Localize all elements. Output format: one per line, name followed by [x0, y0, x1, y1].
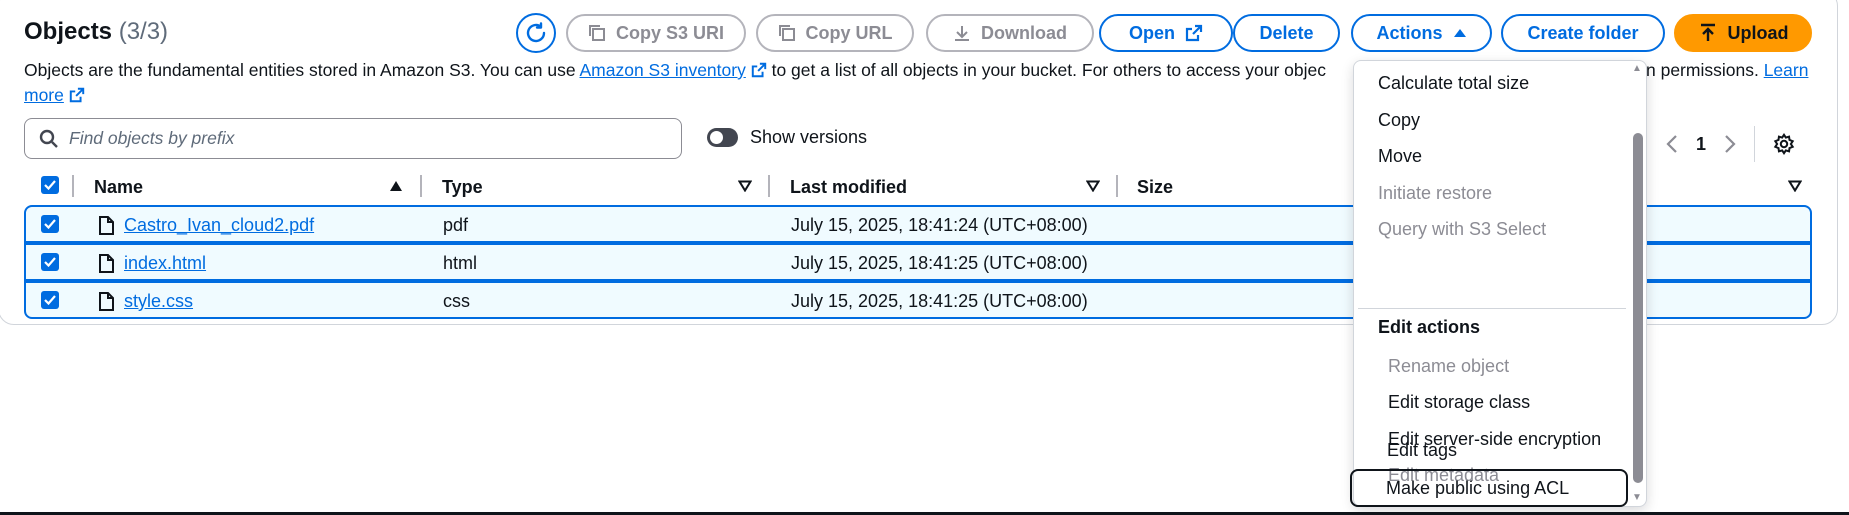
learn-more-link-2[interactable]: more [24, 85, 64, 105]
chevron-left-icon[interactable] [1666, 134, 1678, 154]
download-button[interactable]: Download [926, 14, 1094, 52]
menu-item-copy[interactable]: Copy [1378, 110, 1420, 131]
delete-button[interactable]: Delete [1233, 14, 1340, 52]
file-icon [99, 292, 114, 311]
object-last-modified: July 15, 2025, 18:41:25 (UTC+08:00) [791, 253, 1088, 273]
menu-item-initiate-restore[interactable]: Initiate restore [1378, 183, 1492, 204]
learn-more-link[interactable]: Learn [1764, 60, 1809, 80]
open-button[interactable]: Open [1099, 14, 1233, 52]
pagination: 1 [1666, 126, 1795, 162]
row-checkbox[interactable] [41, 215, 59, 233]
object-type: html [443, 253, 478, 273]
object-count: (3/3) [118, 18, 169, 45]
menu-item-calculate-total-size[interactable]: Calculate total size [1378, 73, 1529, 94]
search-box [24, 118, 682, 159]
refresh-button[interactable] [516, 13, 556, 53]
copy-url-label: Copy URL [805, 22, 893, 43]
object-name-link[interactable]: style.css [124, 291, 193, 312]
menu-group-edit-actions: Edit actions [1378, 317, 1481, 337]
scroll-up-arrow[interactable]: ▲ [1632, 63, 1642, 74]
column-header-size[interactable]: Size [1137, 177, 1173, 198]
menu-scrollbar-thumb[interactable] [1633, 133, 1643, 483]
copy-icon [588, 25, 605, 41]
object-type: css [443, 291, 470, 311]
actions-label: Actions [1376, 22, 1443, 43]
external-link-icon [1185, 24, 1203, 42]
row-checkbox[interactable] [41, 291, 59, 309]
scroll-down-arrow[interactable]: ▼ [1632, 492, 1642, 503]
file-icon [99, 216, 114, 235]
sort-icon[interactable] [1788, 180, 1802, 192]
gear-icon[interactable] [1773, 133, 1795, 155]
select-all-checkbox[interactable] [41, 176, 59, 194]
menu-item-make-public-acl-label: Make public using ACL [1386, 478, 1570, 498]
menu-item-rename-object[interactable]: Rename object [1388, 356, 1509, 377]
page-number[interactable]: 1 [1696, 134, 1706, 155]
column-divider [1116, 175, 1118, 197]
copy-s3-uri-label: Copy S3 URI [615, 22, 725, 43]
object-type: pdf [443, 215, 469, 235]
search-input[interactable] [69, 128, 649, 149]
download-icon [955, 26, 969, 41]
menu-divider [1358, 308, 1626, 309]
learn-more-wrap: more [24, 83, 85, 108]
object-name-link[interactable]: Castro_Ivan_cloud2.pdf [124, 215, 314, 236]
external-link-icon [69, 87, 84, 103]
column-divider [72, 175, 74, 197]
column-header-type[interactable]: Type [442, 177, 483, 198]
check-icon [44, 295, 56, 305]
copy-url-button[interactable]: Copy URL [756, 14, 914, 52]
create-folder-label: Create folder [1527, 22, 1639, 43]
delete-label: Delete [1259, 22, 1314, 43]
description-tail: n permissions. Learn [1646, 58, 1808, 83]
show-versions-control: Show versions [707, 127, 867, 148]
column-divider [768, 175, 770, 197]
check-icon [44, 257, 56, 267]
row-checkbox[interactable] [41, 253, 59, 271]
file-icon [99, 254, 114, 273]
check-icon [44, 180, 56, 190]
menu-item-make-public-acl[interactable]: Make public using ACL [1350, 469, 1628, 507]
caret-up-icon [1453, 29, 1466, 37]
object-name-link[interactable]: index.html [124, 253, 206, 274]
create-folder-button[interactable]: Create folder [1501, 14, 1665, 52]
column-divider [420, 175, 422, 197]
object-last-modified: July 15, 2025, 18:41:25 (UTC+08:00) [791, 291, 1088, 311]
copy-icon [778, 25, 795, 41]
menu-item-move[interactable]: Move [1378, 146, 1422, 167]
column-header-name[interactable]: Name [94, 177, 143, 198]
column-header-last-modified[interactable]: Last modified [790, 177, 907, 198]
check-icon [44, 219, 56, 229]
open-label: Open [1128, 22, 1175, 43]
pager-divider [1754, 126, 1756, 162]
description-text: Objects are the fundamental entities sto… [24, 60, 580, 80]
sort-ascending-icon[interactable] [389, 180, 403, 192]
sort-icon[interactable] [738, 180, 752, 192]
upload-label: Upload [1727, 22, 1789, 43]
inventory-link[interactable]: Amazon S3 inventory [580, 60, 746, 80]
upload-button[interactable]: Upload [1674, 14, 1812, 52]
copy-s3-uri-button[interactable]: Copy S3 URI [566, 14, 746, 52]
menu-item-edit-tags[interactable]: Edit tags [1387, 440, 1457, 461]
show-versions-toggle[interactable] [707, 128, 738, 147]
actions-button[interactable]: Actions [1351, 14, 1492, 52]
upload-icon [1700, 23, 1715, 41]
page-title: Objects (3/3) [24, 18, 168, 46]
sort-icon[interactable] [1086, 180, 1100, 192]
show-versions-label: Show versions [750, 127, 868, 147]
description-text-2: to get a list of all objects in your buc… [766, 60, 1327, 80]
download-label: Download [981, 22, 1067, 43]
title-text: Objects [24, 18, 113, 45]
menu-item-query-s3-select[interactable]: Query with S3 Select [1378, 219, 1546, 240]
description-text-3: n permissions. [1646, 60, 1764, 80]
object-last-modified: July 15, 2025, 18:41:24 (UTC+08:00) [791, 215, 1088, 235]
refresh-icon [526, 22, 546, 43]
chevron-right-icon[interactable] [1724, 134, 1736, 154]
menu-item-edit-storage-class[interactable]: Edit storage class [1388, 392, 1530, 413]
search-icon [39, 129, 58, 148]
external-link-icon [751, 62, 766, 78]
